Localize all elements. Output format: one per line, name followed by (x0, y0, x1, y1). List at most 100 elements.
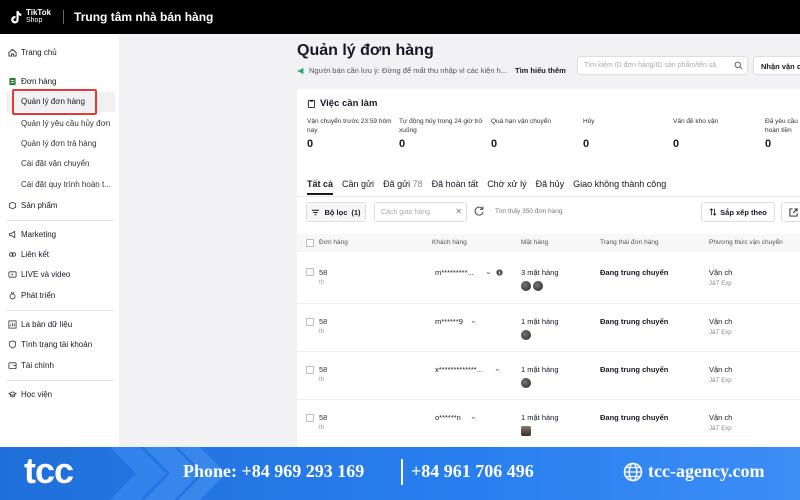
tab-cancelled[interactable]: Đã hủy (536, 179, 565, 195)
sidebar-item-label: La bàn dữ liệu (21, 320, 73, 329)
table-row[interactable]: 58 th o******n ⌄ 1 mặt hàng Đang trung c… (297, 400, 800, 447)
filter-count: (1) (351, 207, 361, 217)
tab-all[interactable]: Tất cả (307, 179, 334, 195)
sort-button[interactable]: Sắp xếp theo (701, 202, 775, 222)
todo-item[interactable]: Đã yêu cầu hoàn tiền 0 (765, 117, 800, 150)
info-icon[interactable] (496, 269, 503, 276)
search-icon[interactable] (734, 61, 743, 70)
tab-shipped[interactable]: Đã gửi 78 (383, 179, 423, 195)
sidebar-divider (6, 310, 114, 311)
sidebar-subitem-refund-settings[interactable]: Cài đặt quy trình hoàn t... (21, 180, 111, 189)
sidebar-subitem-cancel-requests[interactable]: Quản lý yêu cầu hủy đơn (21, 119, 110, 128)
todo-title-text: Việc cần làm (320, 98, 378, 109)
order-id[interactable]: 58 (319, 413, 327, 422)
chevron-down-icon[interactable]: ⌄ (470, 316, 477, 325)
order-sub: th (319, 280, 325, 286)
todo-item[interactable]: Vấn đề kho vận 0 (673, 117, 759, 150)
tcc-banner: tcc Phone: +84 969 293 169 +84 961 706 4… (0, 447, 800, 500)
select-all-checkbox[interactable] (306, 239, 314, 247)
sidebar-subitem-returns[interactable]: Quản lý đơn trả hàng (21, 139, 97, 148)
notice-text: Người bán cần lưu ý: Đừng để mất thu nhậ… (309, 66, 507, 75)
sidebar-item-account-health[interactable]: Tình trạng tài khoản (8, 340, 92, 349)
ship-button[interactable]: Nhận vận c (753, 56, 800, 75)
order-id[interactable]: 58 (319, 317, 327, 326)
sidebar-item-label: Tài chính (21, 361, 54, 370)
row-checkbox[interactable] (306, 318, 314, 326)
sidebar-item-finance[interactable]: Tài chính (8, 361, 54, 370)
tab-completed[interactable]: Đã hoàn tất (432, 179, 479, 195)
column-header: Khách hàng (432, 239, 467, 246)
sidebar-item-orders[interactable]: Đơn hàng (8, 77, 57, 86)
column-header: Phương thức vận chuyển (709, 239, 783, 246)
tab-to-ship[interactable]: Cần gửi (342, 179, 374, 195)
sidebar-item-label: LIVE và video (21, 270, 71, 279)
chevron-down-icon[interactable]: ⌄ (470, 412, 477, 421)
tab-pending[interactable]: Chờ xử lý (487, 179, 526, 195)
item-count: 3 mặt hàng (521, 268, 559, 277)
order-id[interactable]: 58 (319, 268, 327, 277)
sidebar-item-academy[interactable]: Học viện (8, 390, 52, 399)
sidebar-item-live-video[interactable]: LIVE và video (8, 270, 70, 279)
sidebar-item-data-compass[interactable]: La bàn dữ liệu (8, 320, 72, 329)
filter-label: Bộ lọc (324, 207, 348, 217)
order-search-input[interactable]: Tìm kiếm ID đơn hàng/ID sản phẩm/tên sả (577, 56, 748, 75)
table-row[interactable]: 58 th x*************... ⌄ 1 mặt hàng Đan… (297, 352, 800, 400)
refresh-icon[interactable] (473, 205, 485, 217)
sidebar-item-label: Phát triển (21, 291, 56, 300)
carrier-name: J&T Exp (709, 426, 732, 432)
todo-value: 0 (491, 138, 498, 150)
shipping-method: Vận ch (709, 365, 733, 374)
sidebar-item-growth[interactable]: Phát triển (8, 291, 55, 300)
sidebar-item-home[interactable]: Trang chủ (8, 48, 57, 57)
todo-label: Quá hạn vận chuyển (491, 118, 551, 125)
sidebar-item-products[interactable]: Sản phẩm (8, 201, 57, 210)
tab-failed-delivery[interactable]: Giao không thành công (573, 179, 666, 195)
product-thumbnails[interactable] (521, 426, 533, 438)
filter-button[interactable]: Bộ lọc (1) (306, 202, 366, 222)
wallet-icon (8, 361, 17, 370)
chevron-down-icon[interactable]: ⌄ (494, 364, 501, 373)
product-thumbnails[interactable] (521, 378, 533, 390)
product-thumbnails[interactable] (521, 330, 533, 342)
sidebar-divider (6, 220, 114, 221)
learn-more-link[interactable]: Tìm hiểu thêm (515, 66, 566, 75)
order-id[interactable]: 58 (319, 365, 327, 374)
todo-item[interactable]: Quá hạn vận chuyển 0 (491, 117, 577, 150)
customer-name: m******9 (435, 317, 463, 326)
order-status: Đang trung chuyển (600, 268, 669, 277)
todo-item[interactable]: Vận chuyển trước 23:59 hôm nay 0 (307, 117, 393, 150)
export-button[interactable] (781, 202, 800, 222)
tiktok-shop-logo[interactable]: TikTok Shop (10, 9, 51, 25)
todo-label: Hủy (583, 118, 595, 125)
megaphone-icon (297, 67, 304, 74)
tab-label: Đã gửi (383, 179, 411, 189)
chart-icon (8, 320, 17, 329)
order-status: Đang trung chuyển (600, 317, 669, 326)
website-link[interactable]: tcc-agency.com (648, 461, 764, 482)
todo-label: Vấn đề kho vận (673, 118, 719, 125)
tab-label: Cần gửi (342, 179, 375, 189)
chevron-down-icon[interactable]: ⌄ (485, 267, 492, 276)
table-row[interactable]: 58 th m******9 ⌄ 1 mặt hàng Đang trung c… (297, 304, 800, 352)
row-checkbox[interactable] (306, 268, 314, 276)
link-icon (8, 250, 17, 259)
orders-icon (8, 77, 17, 86)
sidebar-item-marketing[interactable]: Marketing (8, 230, 56, 239)
product-thumbnails[interactable] (521, 281, 545, 293)
row-checkbox[interactable] (306, 366, 314, 374)
graduation-icon (8, 390, 17, 399)
sidebar-item-affiliate[interactable]: Liên kết (8, 250, 49, 259)
order-sub: th (319, 425, 325, 431)
sidebar-item-label: Đơn hàng (21, 77, 57, 86)
table-row[interactable]: 58 th m*********... ⌄ 3 mặt hàng Đang tr… (297, 256, 800, 304)
delivery-method-select[interactable]: Cách giao hàng ✕ (374, 202, 467, 222)
sidebar-subitem-shipping-settings[interactable]: Cài đặt vận chuyển (21, 159, 90, 168)
phone-number-1[interactable]: Phone: +84 969 293 169 (183, 461, 364, 482)
phone-number-2[interactable]: +84 961 706 496 (411, 461, 534, 482)
clear-icon[interactable]: ✕ (455, 207, 462, 216)
todo-item[interactable]: Hủy 0 (583, 117, 669, 150)
medal-icon (8, 291, 17, 300)
product-thumbnail (521, 426, 531, 436)
row-checkbox[interactable] (306, 414, 314, 422)
todo-item[interactable]: Tự động hủy trong 24 giờ trở xuống 0 (399, 117, 485, 150)
